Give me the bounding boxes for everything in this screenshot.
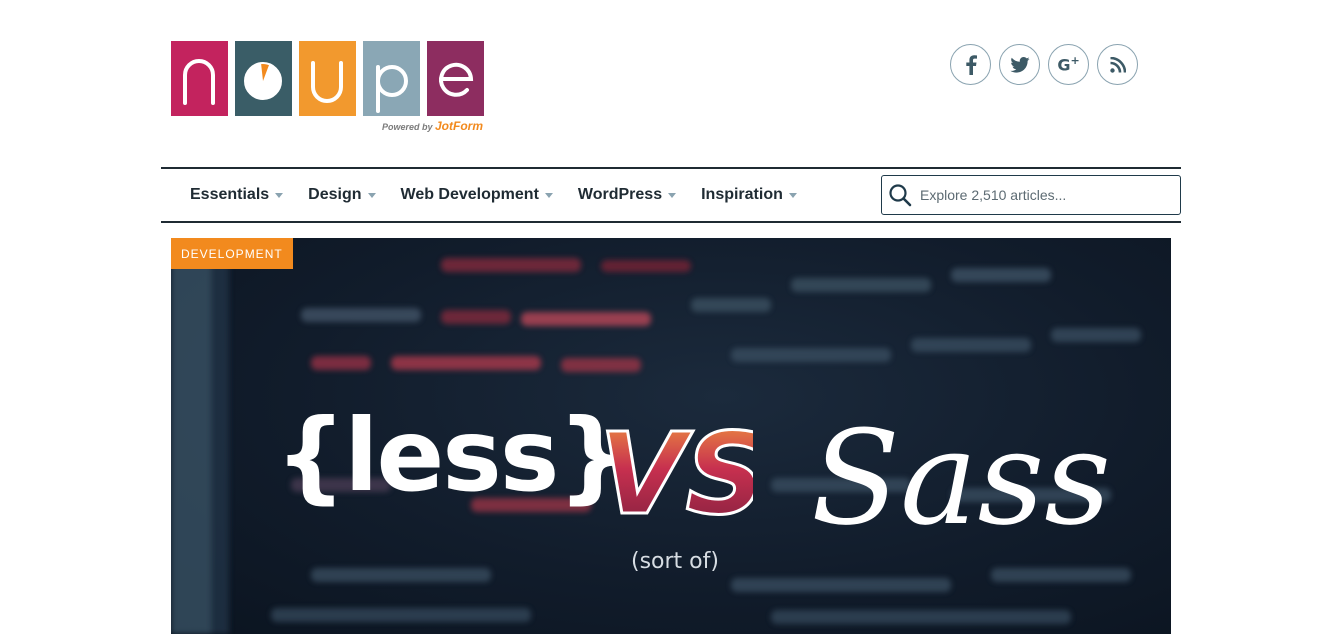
nav-item-web-development[interactable]: Web Development	[401, 186, 553, 204]
search-icon[interactable]	[888, 183, 912, 207]
logo-tile-n	[171, 41, 228, 116]
search-box[interactable]	[881, 175, 1181, 215]
logo-tile-e	[427, 41, 484, 116]
vs-graphic: VS	[598, 409, 754, 534]
facebook-icon[interactable]	[950, 44, 991, 85]
logo-tile-o	[235, 41, 292, 116]
google-plus-icon[interactable]: G+	[1048, 44, 1089, 85]
sort-of-caption: (sort of)	[631, 549, 719, 574]
nav-item-design[interactable]: Design	[308, 186, 376, 204]
less-logo-text: {less}	[275, 397, 629, 514]
featured-article-image[interactable]: DEVELOPMENT {less} VS (sort of) Sass	[171, 238, 1171, 634]
powered-by: Powered by JotForm	[381, 119, 483, 133]
nav-item-essentials[interactable]: Essentials	[190, 186, 284, 204]
chevron-down-icon	[544, 192, 553, 198]
search-input[interactable]	[918, 186, 1172, 204]
category-badge[interactable]: DEVELOPMENT	[171, 238, 293, 269]
sass-logo-text: Sass	[811, 402, 1111, 554]
logo-tile-p	[363, 41, 420, 116]
chevron-down-icon	[275, 192, 284, 198]
logo-tile-u	[299, 41, 356, 116]
rss-icon[interactable]	[1097, 44, 1138, 85]
social-links: G+	[950, 44, 1138, 85]
jotform-brand: JotForm	[435, 119, 483, 133]
nav-item-wordpress[interactable]: WordPress	[578, 186, 677, 204]
chevron-down-icon	[668, 192, 677, 198]
main-nav: Essentials Design Web Development WordPr…	[161, 167, 1181, 223]
nav-menu: Essentials Design Web Development WordPr…	[190, 169, 822, 221]
svg-text:VS: VS	[599, 410, 753, 533]
twitter-icon[interactable]	[999, 44, 1040, 85]
chevron-down-icon	[367, 192, 376, 198]
chevron-down-icon	[788, 192, 797, 198]
nav-item-inspiration[interactable]: Inspiration	[701, 186, 797, 204]
site-logo[interactable]: Powered by JotForm	[171, 41, 484, 133]
